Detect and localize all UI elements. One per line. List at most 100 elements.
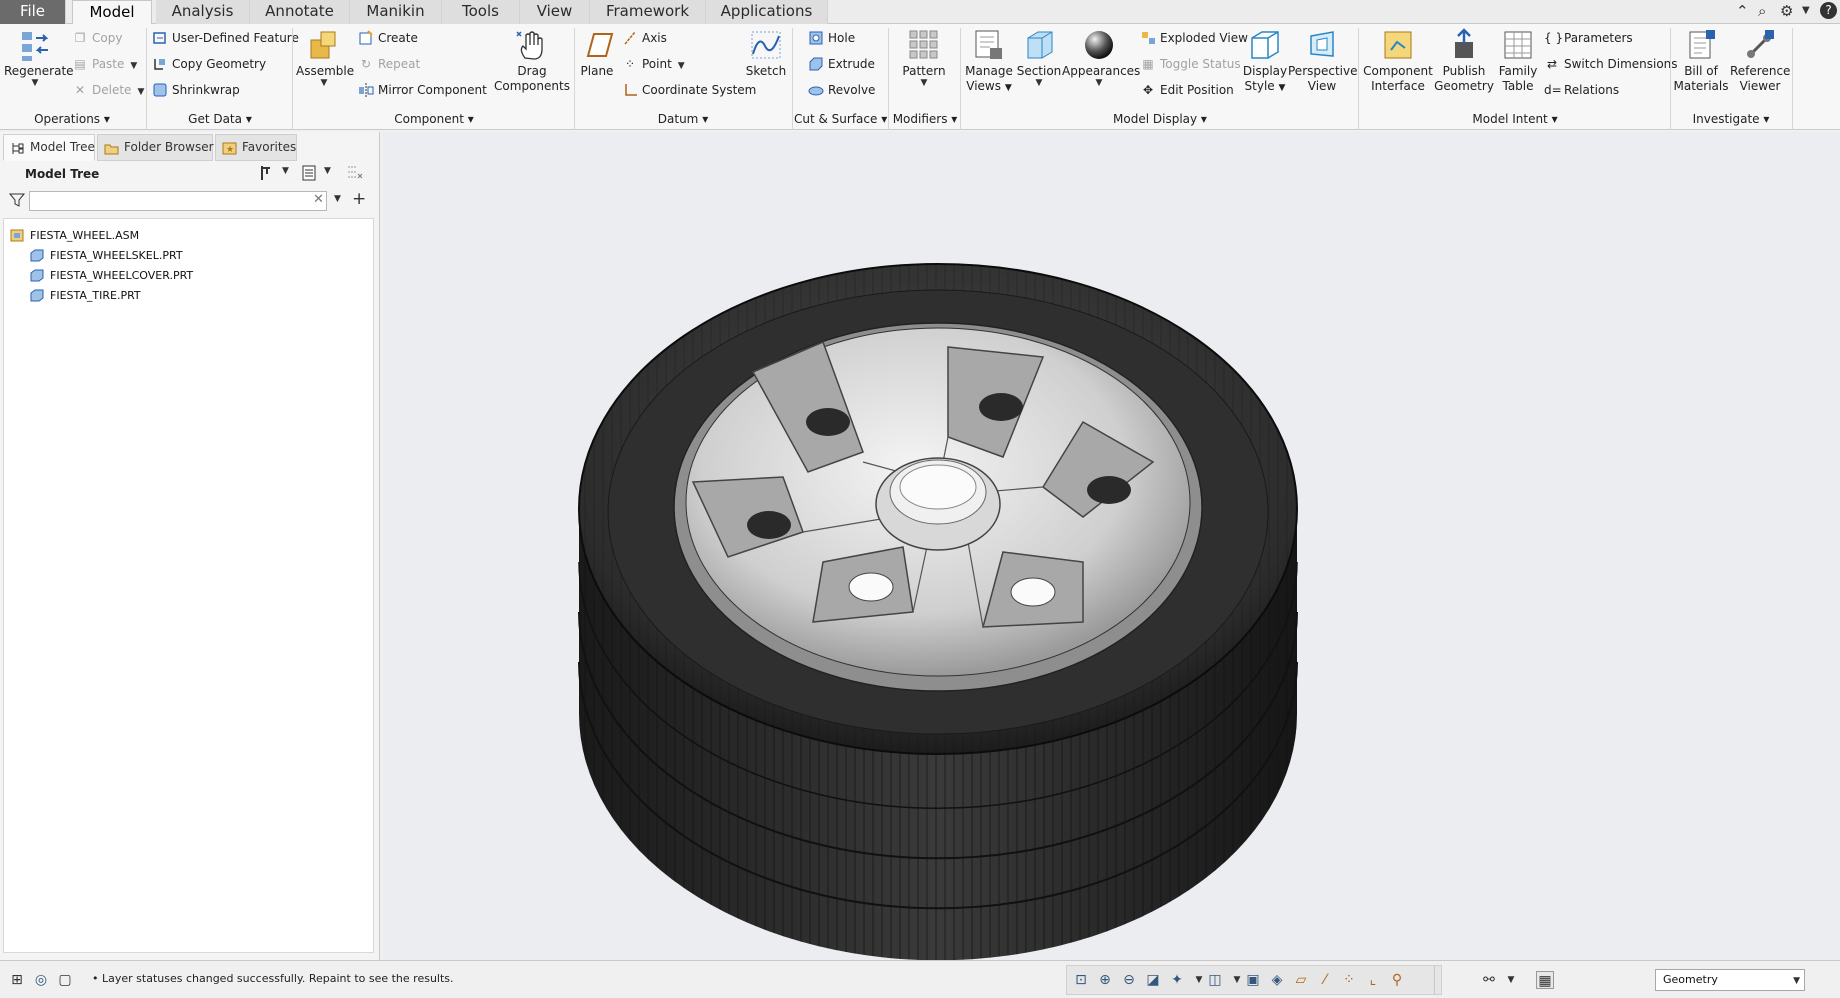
tab-view[interactable]: View (520, 0, 590, 24)
section-button[interactable]: Section ▼ (1016, 28, 1062, 88)
toggle-status-button[interactable]: ▦ Toggle Status (1140, 56, 1240, 74)
display-style-button[interactable]: Display Style ▼ (1242, 28, 1288, 96)
shrinkwrap-button[interactable]: Shrinkwrap (152, 82, 240, 100)
tree-node-part[interactable]: FIESTA_TIRE.PRT (30, 289, 141, 303)
create-component-button[interactable]: Create (358, 30, 418, 48)
annotation-display-icon[interactable]: ⚲ (1388, 971, 1406, 989)
chevron-down-icon[interactable]: ▼ (1279, 83, 1286, 93)
chevron-down-icon[interactable]: ▼ (1502, 971, 1520, 989)
tab-folder-browser[interactable]: Folder Browser (97, 134, 214, 161)
revolve-button[interactable]: Revolve (808, 82, 875, 100)
group-title-modifiers[interactable]: Modifiers ▾ (890, 112, 960, 128)
group-title-get-data[interactable]: Get Data ▾ (148, 112, 292, 128)
fullscreen-icon[interactable]: ▢ (56, 971, 74, 989)
group-title-investigate[interactable]: Investigate ▾ (1672, 112, 1790, 128)
tab-model[interactable]: Model (72, 0, 152, 25)
minimize-ribbon-icon[interactable]: ⌃ (1736, 2, 1749, 20)
repeat-button[interactable]: ↻ Repeat (358, 56, 420, 74)
parameters-button[interactable]: { }Parameters (1544, 30, 1633, 48)
saved-orientations-icon[interactable]: ◫ (1206, 971, 1224, 989)
component-interface-button[interactable]: Component Interface (1362, 28, 1434, 94)
chevron-down-icon[interactable]: ▼ (4, 79, 66, 88)
mirror-component-button[interactable]: Mirror Component (358, 82, 487, 100)
point-display-icon[interactable]: ⁘ (1340, 971, 1358, 989)
extrude-button[interactable]: Extrude (808, 56, 875, 74)
chevron-down-icon[interactable]: ▼ (130, 61, 137, 71)
manage-views-button[interactable]: Manage Views ▼ (962, 28, 1016, 96)
find-binoculars-icon[interactable]: ⚯ (1480, 971, 1498, 989)
publish-geometry-button[interactable]: Publish Geometry (1434, 28, 1494, 94)
clear-search-x-icon[interactable]: ✕ (313, 192, 324, 207)
refit-icon[interactable]: ⊡ (1072, 971, 1090, 989)
chevron-down-icon[interactable]: ▼ (1793, 971, 1800, 991)
bill-of-materials-button[interactable]: Bill of Materials (1672, 28, 1730, 94)
group-title-operations[interactable]: Operations ▾ (0, 112, 144, 128)
tab-manikin[interactable]: Manikin (350, 0, 442, 24)
family-table-button[interactable]: Family Table (1494, 28, 1542, 94)
tab-annotate[interactable]: Annotate (250, 0, 350, 24)
point-button[interactable]: ⁘ Point ▼ (622, 56, 685, 74)
chevron-down-icon[interactable]: ▼ (296, 79, 352, 88)
navigator-toggle-icon[interactable]: ⊞ (8, 971, 26, 989)
tab-favorites[interactable]: ★ Favorites (215, 134, 297, 161)
coordinate-system-button[interactable]: Coordinate System (622, 82, 756, 100)
tree-node-part[interactable]: FIESTA_WHEELCOVER.PRT (30, 269, 193, 283)
switch-dimensions-button[interactable]: ⇄ Switch Dimensions (1544, 56, 1678, 74)
group-title-cut-surface[interactable]: Cut & Surface ▾ (794, 112, 887, 128)
assemble-button[interactable]: Assemble ▼ (296, 28, 354, 88)
exploded-view-button[interactable]: Exploded View (1140, 30, 1248, 48)
settings-gear-icon[interactable]: ⚙ (1780, 2, 1793, 20)
tree-node-assembly[interactable]: FIESTA_WHEEL.ASM (10, 229, 139, 243)
wheel-model-render[interactable] (383, 132, 1840, 961)
show-options-icon[interactable] (300, 164, 318, 182)
tree-settings-icon[interactable] (258, 164, 276, 182)
copy-button[interactable]: ❐ Copy (72, 30, 123, 48)
search-icon[interactable]: ⌕ (1758, 2, 1766, 20)
drag-components-button[interactable]: Drag Components (494, 28, 570, 94)
edit-position-button[interactable]: ✥ Edit Position (1140, 82, 1234, 100)
plane-display-icon[interactable]: ▱ (1292, 971, 1310, 989)
relations-button[interactable]: d= Relations (1544, 82, 1619, 100)
view-manager-icon[interactable]: ▣ (1244, 971, 1262, 989)
repaint-icon[interactable]: ◪ (1144, 971, 1162, 989)
user-defined-feature-button[interactable]: User-Defined Feature (152, 30, 299, 48)
chevron-down-icon[interactable]: ▼ (1802, 5, 1810, 16)
tab-file[interactable]: File (0, 0, 66, 24)
pattern-button[interactable]: Pattern ▼ (896, 28, 952, 88)
chevron-down-icon[interactable]: ▼ (137, 87, 144, 97)
tab-framework[interactable]: Framework (590, 0, 706, 24)
zoom-out-icon[interactable]: ⊖ (1120, 971, 1138, 989)
plane-button[interactable]: Plane (576, 28, 618, 79)
tree-node-part[interactable]: FIESTA_WHEELSKEL.PRT (30, 249, 183, 263)
group-title-model-display[interactable]: Model Display ▾ (962, 112, 1358, 128)
axis-button[interactable]: Axis (622, 30, 667, 48)
group-title-model-intent[interactable]: Model Intent ▾ (1360, 112, 1670, 128)
group-title-datum[interactable]: Datum ▾ (576, 112, 790, 128)
chevron-down-icon[interactable]: ▼ (324, 166, 331, 176)
chevron-down-icon[interactable]: ▼ (1005, 83, 1012, 93)
help-icon[interactable]: ? (1820, 2, 1837, 19)
chevron-down-icon[interactable]: ▼ (282, 166, 289, 176)
filter-funnel-icon[interactable] (8, 192, 26, 208)
chevron-down-icon[interactable]: ▼ (678, 61, 685, 71)
spin-center-icon[interactable]: ✦ (1168, 971, 1186, 989)
paste-button[interactable]: ▤ Paste ▼ (72, 56, 137, 74)
csys-display-icon[interactable]: ⌞ (1364, 971, 1382, 989)
tab-tools[interactable]: Tools (442, 0, 520, 24)
chevron-down-icon[interactable]: ▼ (1016, 79, 1062, 88)
model-tree-search-input[interactable] (29, 191, 327, 211)
tab-applications[interactable]: Applications (706, 0, 828, 24)
tab-model-tree[interactable]: Model Tree (3, 134, 95, 161)
tree-columns-icon[interactable] (346, 164, 364, 182)
browser-toggle-icon[interactable]: ◎ (32, 971, 50, 989)
perspective-icon[interactable]: ◈ (1268, 971, 1286, 989)
chevron-down-icon[interactable]: ▼ (1062, 79, 1136, 88)
hole-button[interactable]: Hole (808, 30, 855, 48)
chevron-down-icon[interactable]: ▼ (896, 79, 952, 88)
chevron-down-icon[interactable]: ▼ (334, 194, 341, 204)
reference-viewer-button[interactable]: Reference Viewer (1730, 28, 1790, 94)
sketch-button[interactable]: Sketch (744, 28, 788, 79)
delete-button[interactable]: ✕ Delete ▼ (72, 82, 144, 100)
graphics-viewport[interactable] (383, 132, 1840, 961)
add-filter-plus-icon[interactable]: + (352, 189, 366, 209)
